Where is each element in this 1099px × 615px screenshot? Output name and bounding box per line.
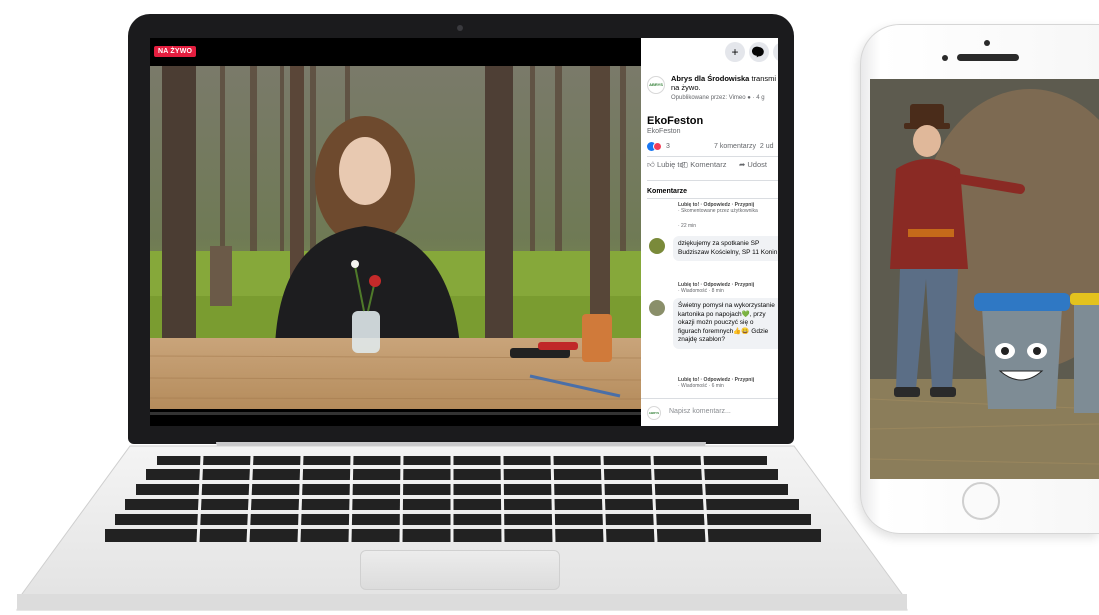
forest-scene-image (150, 66, 641, 409)
menu-icon[interactable] (773, 42, 778, 62)
live-badge: NA ŻYWO (154, 46, 197, 57)
comment-meta: · 22 min (678, 223, 697, 229)
author-name[interactable]: Abrys dla Środowiska (671, 74, 749, 83)
share-icon: ➦ (739, 160, 746, 169)
comment-meta: · Wiadomość · 6 min (678, 383, 724, 389)
share-button[interactable]: ➦ Udost (739, 160, 767, 169)
author-action: transmi (751, 74, 777, 83)
device-mockup-scene: NA ŻYWO + ABRYS Abrys dla Środowiska tra… (0, 0, 1099, 615)
comment-text: Świetny pomysł na wykorzystanie kartonik… (673, 298, 778, 349)
comment-input-bar: ABRYS Napisz komentarz... (641, 398, 778, 426)
laptop-camera (457, 25, 463, 31)
phone-screen (870, 79, 1099, 479)
post-actions: 👍︎ Lubię to! ▢ Komentarz ➦ Udost (647, 160, 778, 180)
comment-icon: ▢ (681, 160, 689, 169)
video-progress-bar[interactable] (150, 412, 641, 415)
post-author-line: Abrys dla Środowiska transmi na żywo. (671, 74, 778, 92)
commenter-avatar[interactable] (649, 300, 665, 316)
laptop-screen: NA ŻYWO + ABRYS Abrys dla Środowiska tra… (150, 38, 778, 426)
comment-meta: · Skomentowane przez użytkownika (678, 208, 758, 214)
comment-button[interactable]: ▢ Komentarz (681, 160, 726, 169)
post-subtitle: EkoFeston (647, 128, 681, 135)
phone-sensor (942, 55, 948, 61)
comment-input[interactable]: Napisz komentarz... (669, 408, 731, 415)
trackpad (360, 550, 560, 590)
performer-scene-image (870, 79, 1099, 479)
live-video-player[interactable]: NA ŻYWO (150, 38, 641, 426)
divider (647, 198, 778, 199)
comment-meta: · Wiadomość · 8 min (678, 288, 724, 294)
plus-icon[interactable]: + (725, 42, 745, 62)
author-action-cont: na żywo. (671, 83, 701, 92)
divider (647, 156, 778, 157)
posted-by: Opublikowane przez: Vimeo ● · 4 g (671, 95, 765, 101)
thumbs-up-icon: 👍︎ (647, 160, 655, 169)
comment-share-count[interactable]: 7 komentarzy 2 ud (714, 143, 774, 150)
phone-speaker (957, 54, 1019, 61)
post-title: EkoFeston (647, 115, 704, 127)
fb-topbar: + (641, 38, 778, 66)
phone-camera (984, 40, 990, 46)
commenter-avatar[interactable] (649, 238, 665, 254)
page-avatar-small: ABRYS (647, 406, 661, 420)
divider (647, 180, 778, 181)
video-frame[interactable] (150, 66, 641, 409)
messenger-icon[interactable] (749, 42, 769, 62)
reaction-count[interactable]: 3 (666, 143, 670, 150)
globe-icon: ● (747, 95, 751, 101)
love-reaction-icon[interactable] (653, 142, 662, 151)
comments-header: Komentarze (647, 188, 688, 195)
like-button[interactable]: 👍︎ Lubię to! (647, 160, 686, 170)
page-avatar[interactable]: ABRYS (647, 76, 665, 94)
comment-text: dziękujemy za spotkanie SP Budziszaw Koś… (673, 236, 778, 261)
facebook-post-panel: + ABRYS Abrys dla Środowiska transmi na … (641, 38, 778, 426)
phone-home-button[interactable] (962, 482, 1000, 520)
